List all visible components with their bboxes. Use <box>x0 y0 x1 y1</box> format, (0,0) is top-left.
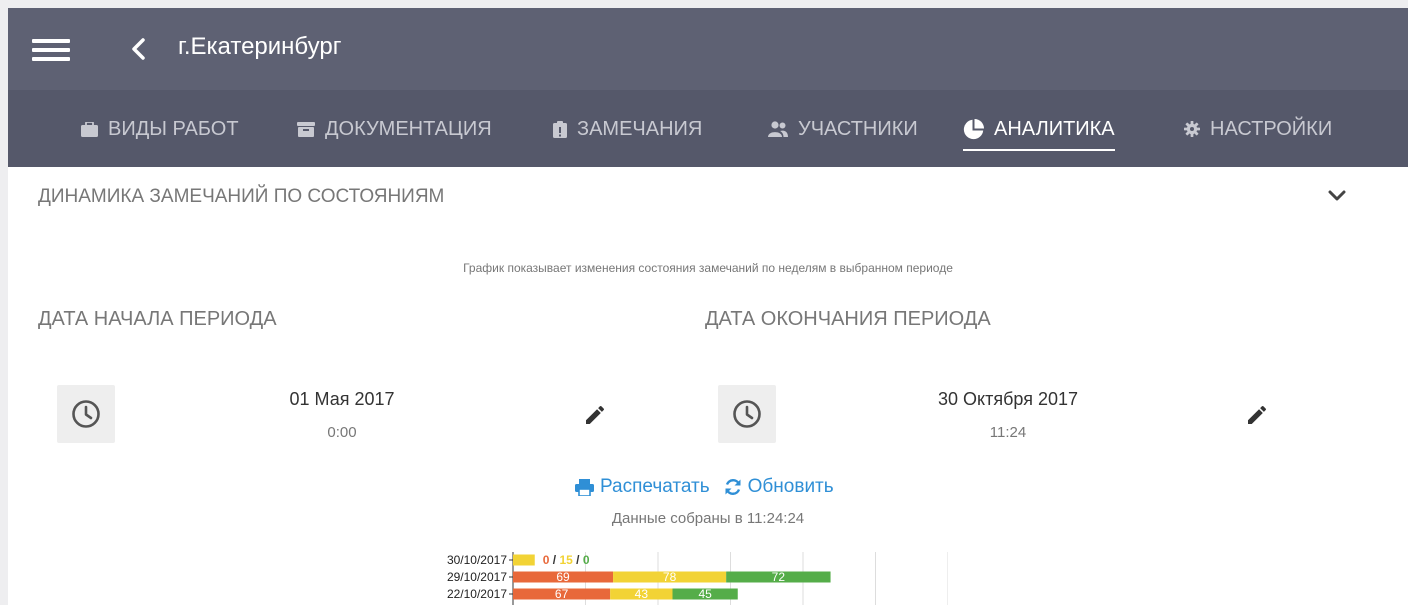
category-label: 29/10/2017 <box>447 570 507 584</box>
bar-data-label: 0 / 15 / 0 <box>543 553 590 567</box>
gear-icon <box>1184 121 1200 137</box>
archive-icon <box>297 121 315 137</box>
tab-label: АНАЛИТИКА <box>994 117 1115 140</box>
active-tab-indicator <box>963 149 1115 151</box>
bar-data-label: 78 <box>663 570 677 584</box>
bar-data-label: 67 <box>555 587 569 601</box>
chart-hint: График показывает изменения состояния за… <box>463 261 953 275</box>
pie-chart-icon <box>963 118 984 139</box>
tab-settings[interactable]: НАСТРОЙКИ <box>1184 114 1332 144</box>
tab-label: УЧАСТНИКИ <box>798 117 918 140</box>
refresh-icon <box>725 479 741 495</box>
page-title: г.Екатеринбург <box>178 33 342 60</box>
start-time-value[interactable]: 0:00 <box>242 424 442 441</box>
tab-work-types[interactable]: ВИДЫ РАБОТ <box>81 114 239 144</box>
end-time-value[interactable]: 11:24 <box>908 424 1108 441</box>
tab-label: ВИДЫ РАБОТ <box>108 117 239 140</box>
end-time-picker-button[interactable] <box>718 385 776 443</box>
tab-remarks[interactable]: ЗАМЕЧАНИЯ <box>553 114 702 144</box>
category-label: 30/10/2017 <box>447 553 507 567</box>
users-icon <box>768 121 788 137</box>
bar-segment <box>513 554 535 566</box>
top-bar: г.Екатеринбург <box>8 8 1408 90</box>
chevron-down-icon[interactable] <box>1328 190 1346 202</box>
bar-data-label: 43 <box>635 587 649 601</box>
end-date-value[interactable]: 30 Октября 2017 <box>908 389 1108 410</box>
bar-data-label: 69 <box>556 570 570 584</box>
tab-label: ЗАМЕЧАНИЯ <box>577 117 703 140</box>
print-label: Распечатать <box>600 476 710 497</box>
remarks-status-chart: 30/10/2017 0 / 15 / 0 29/10/2017 69 78 72 22/1… <box>447 552 948 605</box>
edit-icon[interactable] <box>1245 403 1269 427</box>
clock-icon <box>72 400 100 428</box>
print-button[interactable]: Распечатать <box>575 476 710 498</box>
tab-bar: ВИДЫ РАБОТ ДОКУМЕНТАЦИЯ ЗАМЕЧАНИЯ УЧАСТН… <box>8 90 1408 167</box>
bar-data-label: 45 <box>698 587 712 601</box>
tab-analytics[interactable]: АНАЛИТИКА <box>963 114 1115 151</box>
start-time-picker-button[interactable] <box>57 385 115 443</box>
hamburger-icon[interactable] <box>32 39 70 61</box>
tab-label: ДОКУМЕНТАЦИЯ <box>325 117 492 140</box>
tab-label: НАСТРОЙКИ <box>1210 117 1333 140</box>
briefcase-icon <box>81 121 98 137</box>
chevron-left-icon[interactable] <box>128 37 150 61</box>
app-window: г.Екатеринбург ВИДЫ РАБОТ ДОКУМЕНТАЦИЯ З… <box>8 8 1408 605</box>
refresh-label: Обновить <box>747 476 834 497</box>
start-date-value[interactable]: 01 Мая 2017 <box>242 389 442 410</box>
print-icon <box>575 478 594 496</box>
end-date-label: ДАТА ОКОНЧАНИЯ ПЕРИОДА <box>705 308 991 330</box>
clipboard-icon <box>553 120 567 138</box>
tab-participants[interactable]: УЧАСТНИКИ <box>768 114 918 144</box>
refresh-button[interactable]: Обновить <box>724 476 834 498</box>
data-collected-time: Данные собраны в 11:24:24 <box>611 510 805 527</box>
edit-icon[interactable] <box>583 403 607 427</box>
start-date-label: ДАТА НАЧАЛА ПЕРИОДА <box>38 308 277 330</box>
clock-icon <box>733 400 761 428</box>
category-label: 22/10/2017 <box>447 587 507 601</box>
section-title: ДИНАМИКА ЗАМЕЧАНИЙ ПО СОСТОЯНИЯМ <box>38 186 445 207</box>
bar-data-label: 72 <box>772 570 786 584</box>
tab-documentation[interactable]: ДОКУМЕНТАЦИЯ <box>297 114 492 144</box>
chart-actions: Распечатать Обновить <box>575 476 834 498</box>
